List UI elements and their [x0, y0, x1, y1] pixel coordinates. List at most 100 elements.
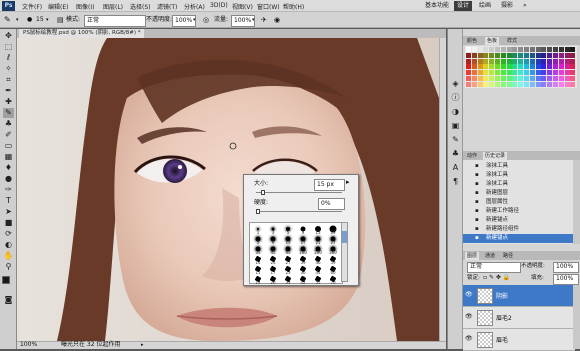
color-swatch[interactable] — [466, 70, 471, 76]
color-swatch[interactable] — [489, 47, 495, 52]
color-swatch[interactable] — [518, 52, 524, 58]
color-swatch[interactable] — [477, 58, 483, 64]
color-swatch[interactable] — [535, 47, 541, 52]
brush-tool-icon[interactable]: ✎ — [4, 15, 11, 25]
color-swatch[interactable] — [570, 70, 576, 76]
paragraph-icon[interactable]: ¶ — [450, 177, 461, 187]
color-swatch[interactable] — [558, 70, 564, 76]
history-item[interactable]: ▪ 新建锚点 — [463, 216, 580, 225]
color-swatch[interactable] — [466, 52, 471, 58]
history-item[interactable]: ▪ 涂抹工具 — [463, 180, 580, 189]
color-swatch[interactable] — [541, 76, 547, 81]
brush-preset[interactable]: 11 — [251, 264, 265, 275]
brush-preset[interactable]: 65 — [281, 244, 295, 255]
color-swatch[interactable] — [506, 52, 512, 58]
visibility-eye-icon[interactable]: 👁 — [465, 336, 473, 342]
brush-preset[interactable]: 26 — [266, 274, 280, 285]
pressure-size-icon[interactable]: ◉ — [274, 15, 280, 25]
brush-panel-icon[interactable]: ✎ — [450, 135, 461, 145]
history-item[interactable]: ▪ 新建路径组件 — [463, 225, 580, 234]
color-swatch[interactable] — [483, 76, 489, 81]
color-swatch[interactable] — [512, 70, 518, 76]
hardness-slider-thumb[interactable] — [256, 209, 260, 214]
color-swatch[interactable] — [466, 76, 471, 81]
tab-layers[interactable]: 图层 — [465, 252, 480, 260]
color-swatch[interactable] — [471, 47, 477, 52]
brush-tool-icon[interactable]: ✎ — [3, 108, 14, 118]
color-swatch[interactable] — [570, 58, 576, 64]
zoom-tool-icon[interactable]: ⚲ — [3, 262, 14, 272]
color-swatch[interactable] — [547, 81, 553, 87]
color-swatch[interactable] — [529, 76, 535, 81]
menu-edit[interactable]: 编辑(E) — [48, 2, 68, 11]
brush-size-field[interactable]: 15 px — [314, 179, 345, 191]
size-slider-track[interactable] — [256, 192, 342, 193]
color-swatch[interactable] — [495, 81, 500, 87]
type-tool-icon[interactable]: T — [3, 196, 14, 206]
visibility-eye-icon[interactable]: 👁 — [465, 314, 473, 320]
swatch-grid[interactable] — [465, 46, 577, 88]
workspace-photography[interactable]: 摄影 — [498, 1, 516, 11]
color-swatch[interactable] — [564, 58, 570, 64]
color-swatch[interactable] — [529, 52, 535, 58]
color-swatch[interactable] — [518, 64, 524, 70]
color-swatch[interactable] — [483, 70, 489, 76]
mode-select[interactable]: 正常 — [84, 15, 146, 27]
color-swatch[interactable] — [518, 58, 524, 64]
layer-row[interactable]: 👁 眉毛2 — [463, 307, 575, 329]
menu-image[interactable]: 图像(I) — [76, 2, 94, 11]
history-item[interactable]: ▪ 涂抹工具 — [463, 162, 580, 171]
canvas-vertical-scrollbar[interactable] — [439, 38, 446, 341]
color-swatch[interactable] — [495, 70, 500, 76]
color-swatch[interactable] — [570, 81, 576, 87]
color-swatch[interactable] — [524, 47, 529, 52]
brush-preset[interactable]: 27 — [326, 234, 340, 245]
color-swatch[interactable] — [506, 70, 512, 76]
layers-scrollbar[interactable] — [573, 285, 580, 349]
color-swatch[interactable] — [512, 64, 518, 70]
menu-analysis[interactable]: 分析(A) — [184, 2, 205, 11]
path-select-tool-icon[interactable]: ➤ — [3, 207, 14, 217]
move-tool-icon[interactable]: ✥ — [3, 31, 14, 41]
color-swatch[interactable] — [500, 47, 506, 52]
color-swatch[interactable] — [547, 47, 553, 52]
color-swatch[interactable] — [535, 70, 541, 76]
brush-preset[interactable]: 24 — [266, 254, 280, 265]
color-swatch[interactable] — [535, 81, 541, 87]
color-swatch[interactable] — [471, 64, 477, 70]
color-swatch[interactable] — [489, 52, 495, 58]
menu-3d[interactable]: 3D(D) — [210, 2, 228, 9]
layer-row[interactable]: 👁 阴影 — [463, 285, 575, 307]
color-swatch[interactable] — [518, 76, 524, 81]
brush-preset[interactable]: 300 — [326, 244, 340, 255]
color-swatch[interactable] — [483, 52, 489, 58]
color-swatch[interactable] — [541, 64, 547, 70]
color-swatch[interactable] — [506, 64, 512, 70]
brush-preset[interactable]: 35 — [251, 244, 265, 255]
menu-file[interactable]: 文件(F) — [22, 2, 42, 11]
brush-preset[interactable]: 70 — [326, 274, 340, 285]
healing-tool-icon[interactable]: ✚ — [3, 97, 14, 107]
color-swatch[interactable] — [535, 58, 541, 64]
tab-styles[interactable]: 样式 — [505, 37, 519, 45]
color-swatch[interactable] — [483, 47, 489, 52]
layer-opacity-field[interactable]: 100% — [553, 262, 579, 273]
brush-picker-chevron-icon[interactable]: ▾ — [46, 15, 49, 25]
blend-mode-select[interactable]: 正常 — [467, 262, 521, 273]
color-swatch[interactable] — [477, 81, 483, 87]
history-item[interactable]: ▪ 新建图层 — [463, 189, 580, 198]
preset-scrollbar[interactable] — [341, 222, 348, 282]
brush-preset[interactable]: 3 — [266, 224, 280, 235]
color-swatch[interactable] — [489, 64, 495, 70]
color-swatch[interactable] — [500, 52, 506, 58]
zoom-level[interactable]: 100% — [20, 341, 37, 349]
brush-preset[interactable]: 13 — [311, 224, 325, 235]
color-swatch[interactable] — [506, 81, 512, 87]
color-swatch[interactable] — [471, 70, 477, 76]
crop-tool-icon[interactable]: ⌗ — [3, 75, 14, 85]
color-swatch[interactable] — [529, 64, 535, 70]
menu-select[interactable]: 选择(S) — [130, 2, 151, 11]
brush-preset[interactable]: 33 — [281, 274, 295, 285]
pressure-opacity-icon[interactable]: ◎ — [203, 15, 209, 25]
color-swatch[interactable] — [541, 52, 547, 58]
